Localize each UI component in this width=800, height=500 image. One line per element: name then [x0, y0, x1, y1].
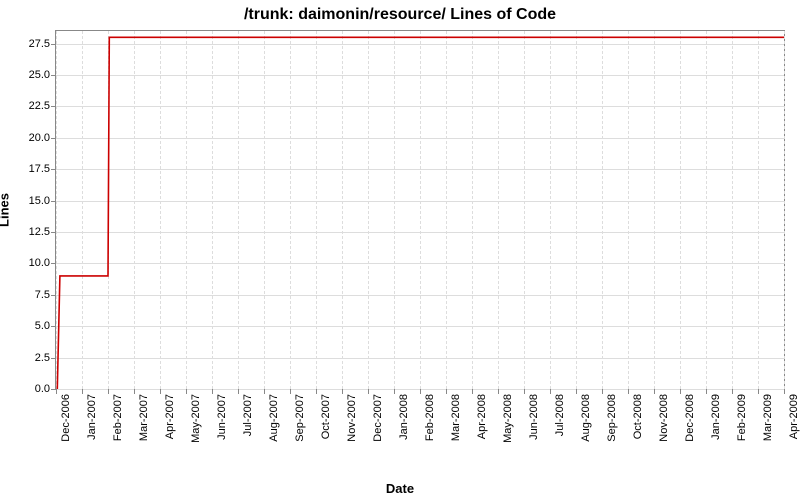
x-tick-label: Dec-2006 [60, 394, 72, 442]
x-tick-label: Apr-2009 [788, 394, 800, 439]
x-tick-label: Aug-2007 [268, 394, 280, 442]
x-tick-label: May-2008 [502, 394, 514, 443]
y-tick-label: 12.5 [10, 226, 50, 238]
x-tick-label: Jun-2008 [528, 394, 540, 440]
x-tick-label: Feb-2009 [736, 394, 748, 441]
chart-title: /trunk: daimonin/resource/ Lines of Code [0, 6, 800, 24]
x-tick-label: Apr-2008 [476, 394, 488, 439]
y-tick-label: 0.0 [10, 383, 50, 395]
x-tick-label: Mar-2007 [138, 394, 150, 441]
plot-area [55, 30, 785, 390]
x-tick-label: May-2007 [190, 394, 202, 443]
x-tick-label: Jan-2007 [86, 394, 98, 440]
series-line [57, 37, 784, 389]
y-tick-label: 25.0 [10, 69, 50, 81]
x-tick-label: Mar-2008 [450, 394, 462, 441]
y-tick-label: 10.0 [10, 257, 50, 269]
x-tick-label: Nov-2007 [346, 394, 358, 442]
x-tick-label: Oct-2008 [632, 394, 644, 439]
x-tick-label: Feb-2008 [424, 394, 436, 441]
x-tick-label: Feb-2007 [112, 394, 124, 441]
x-tick-label: Sep-2007 [294, 394, 306, 442]
y-tick-label: 5.0 [10, 320, 50, 332]
y-tick-label: 7.5 [10, 289, 50, 301]
x-tick-label: Dec-2007 [372, 394, 384, 442]
x-tick-label: Jan-2008 [398, 394, 410, 440]
y-tick-label: 20.0 [10, 132, 50, 144]
x-tick-label: Mar-2009 [762, 394, 774, 441]
y-tick-label: 15.0 [10, 195, 50, 207]
x-tick-label: Oct-2007 [320, 394, 332, 439]
x-tick-label: Sep-2008 [606, 394, 618, 442]
x-tick-label: Apr-2007 [164, 394, 176, 439]
x-tick-label: Nov-2008 [658, 394, 670, 442]
data-series [56, 31, 784, 389]
y-tick-label: 27.5 [10, 38, 50, 50]
x-axis-label: Date [0, 481, 800, 496]
y-tick-label: 22.5 [10, 100, 50, 112]
x-tick-label: Jul-2008 [554, 394, 566, 436]
x-tick-label: Dec-2008 [684, 394, 696, 442]
loc-chart: /trunk: daimonin/resource/ Lines of Code… [0, 0, 800, 500]
x-tick-label: Jan-2009 [710, 394, 722, 440]
x-tick-label: Jul-2007 [242, 394, 254, 436]
y-tick-label: 17.5 [10, 163, 50, 175]
grid-line-v [784, 31, 785, 389]
y-tick-label: 2.5 [10, 352, 50, 364]
x-tick-label: Jun-2007 [216, 394, 228, 440]
x-tick-label: Aug-2008 [580, 394, 592, 442]
